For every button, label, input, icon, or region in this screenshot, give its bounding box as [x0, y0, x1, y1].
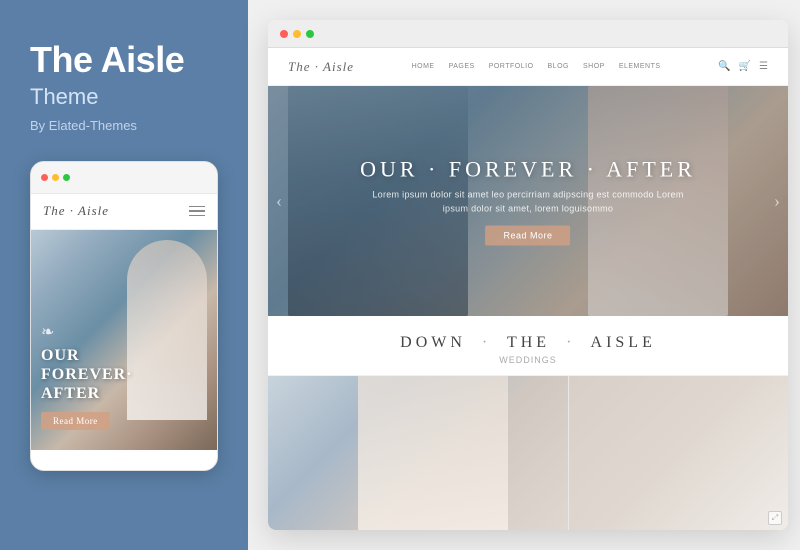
nav-link-home[interactable]: HOME [412, 63, 435, 70]
mobile-dot-red [41, 174, 48, 181]
desktop-mockup: The · Aisle HOME PAGES PORTFOLIO BLOG SH… [268, 20, 788, 530]
desktop-dot-red [280, 30, 288, 38]
desktop-traffic-lights [280, 30, 314, 38]
hamburger-line-3 [189, 215, 205, 217]
nav-link-pages[interactable]: PAGES [449, 63, 475, 70]
desktop-nav: The · Aisle HOME PAGES PORTFOLIO BLOG SH… [268, 48, 788, 86]
desktop-hero-content: OUR · FOREVER · AFTER Lorem ipsum dolor … [360, 157, 696, 246]
menu-icon[interactable]: ☰ [759, 61, 768, 72]
mobile-read-more-button[interactable]: Read More [41, 412, 110, 430]
search-icon[interactable]: 🔍 [718, 61, 730, 72]
nav-link-portfolio[interactable]: PORTFOLIO [489, 63, 534, 70]
mobile-dot-yellow [52, 174, 59, 181]
desktop-read-more-button[interactable]: Read More [485, 226, 570, 246]
hero-title-text: OUR · FOREVER · AFTER [360, 157, 696, 182]
mobile-hamburger-icon[interactable] [189, 206, 205, 217]
desktop-section-header: DOWN · THE · AISLE Weddings [268, 316, 788, 375]
nav-link-elements[interactable]: ELEMENTS [619, 63, 661, 70]
desktop-nav-icons: 🔍 🛒 ☰ [718, 61, 768, 72]
hero-next-arrow[interactable]: › [774, 191, 780, 212]
nav-link-shop[interactable]: SHOP [583, 63, 605, 70]
mobile-logo: The · Aisle [43, 203, 109, 219]
theme-author: By Elated-Themes [30, 118, 218, 133]
desktop-hero-title: OUR · FOREVER · AFTER [360, 157, 696, 183]
hero-prev-arrow[interactable]: ‹ [276, 191, 282, 212]
cart-icon[interactable]: 🛒 [739, 61, 751, 72]
desktop-dot-yellow [293, 30, 301, 38]
hamburger-line-1 [189, 206, 205, 208]
leaf-decoration-icon: ❧ [41, 322, 207, 342]
desktop-logo: The · Aisle [288, 59, 354, 75]
theme-title: The Aisle [30, 40, 218, 80]
desktop-photo-main [268, 376, 568, 530]
desktop-section-title: DOWN · THE · AISLE [288, 334, 768, 352]
nav-link-blog[interactable]: BLOG [548, 63, 569, 70]
couple-photo-figure [358, 376, 508, 530]
desktop-hero-subtitle: Lorem ipsum dolor sit amet leo percirria… [360, 189, 696, 216]
mobile-mockup: The · Aisle ❧ OUR FOREVER· AFTER Read Mo… [30, 161, 218, 471]
desktop-nav-links: HOME PAGES PORTFOLIO BLOG SHOP ELEMENTS [412, 63, 661, 70]
left-panel: The Aisle Theme By Elated-Themes The · A… [0, 0, 248, 550]
mobile-dot-green [63, 174, 70, 181]
theme-subtitle: Theme [30, 84, 218, 110]
mobile-hero-title: OUR FOREVER· AFTER [41, 346, 207, 404]
desktop-photo-grid: ⤢ [268, 375, 788, 530]
desktop-hero: OUR · FOREVER · AFTER Lorem ipsum dolor … [268, 86, 788, 316]
resize-icon: ⤢ [768, 511, 782, 525]
desktop-top-bar [268, 20, 788, 48]
mobile-hero-content: ❧ OUR FOREVER· AFTER Read More [41, 322, 207, 430]
mobile-nav-bar: The · Aisle [31, 194, 217, 230]
desktop-dot-green [306, 30, 314, 38]
mobile-hero: ❧ OUR FOREVER· AFTER Read More [31, 230, 217, 450]
right-panel: The · Aisle HOME PAGES PORTFOLIO BLOG SH… [248, 0, 800, 550]
desktop-photo-secondary: ⤢ [568, 376, 788, 530]
desktop-section-subtitle: Weddings [288, 355, 768, 365]
mobile-top-bar [31, 162, 217, 194]
hamburger-line-2 [189, 210, 205, 212]
mobile-traffic-lights [41, 174, 70, 181]
